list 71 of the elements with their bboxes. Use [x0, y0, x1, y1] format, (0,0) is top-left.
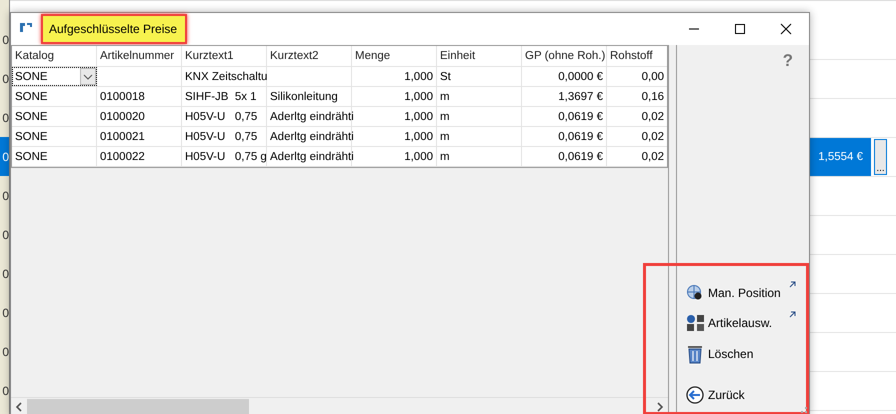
help-icon[interactable]: ? [782, 51, 793, 71]
row-number: 0 [0, 137, 9, 176]
table-cell: 0100022 [97, 147, 182, 166]
table-cell: 1,000 [352, 127, 437, 146]
table-cell: 0100020 [97, 107, 182, 126]
table-cell-text: 0,16 [640, 90, 665, 104]
table-cell: Aderltg eindrähti [267, 127, 352, 146]
table-cell: Aderltg eindrähti [267, 107, 352, 126]
dropdown-field[interactable]: SONE [12, 67, 97, 86]
table-cell: m [437, 87, 522, 106]
scroll-right-icon[interactable] [656, 402, 664, 412]
table-cell: 0100018 [97, 87, 182, 106]
row-number: 0 [1, 32, 9, 48]
cubes-icon [686, 314, 706, 332]
table-cell: SONE [12, 147, 97, 166]
table-cell: m [437, 147, 522, 166]
row-number: 0 [1, 188, 9, 204]
column-header[interactable]: Artikelnummer [97, 46, 182, 66]
table-cell: 1,000 [352, 147, 437, 166]
table-cell: SIHF-JB 5x 1 [182, 87, 267, 106]
row-number: 0 [1, 266, 9, 282]
table-cell: H05V-U 0,75 g [182, 147, 267, 166]
table-cell-text: 0,02 [640, 110, 665, 124]
table-cell: 1,000 [352, 87, 437, 106]
column-header[interactable]: Menge [352, 46, 437, 66]
window-title: Aufgeschlüsselte Preise [41, 14, 188, 44]
scroll-left-icon[interactable] [15, 402, 23, 412]
action-button[interactable]: Löschen [686, 340, 796, 368]
table-cell-text: 0,02 [640, 130, 665, 144]
action-button[interactable]: Artikelausw. [686, 310, 796, 336]
table-cell: H05V-U 0,75 [182, 107, 267, 126]
close-icon [780, 23, 792, 35]
table-cell-text: 0,00 [640, 70, 665, 84]
row-number: 0 [1, 304, 9, 322]
action-button[interactable]: Man. Position [686, 280, 796, 306]
table-cell: SONE [12, 127, 97, 146]
table-cell: H05V-U 0,75 [182, 127, 267, 146]
table-cell: 1,000 [352, 107, 437, 126]
table-cell: 0100021 [97, 127, 182, 146]
table-cell: KNX Zeitschaltu [182, 67, 267, 86]
table-cell: SONE [12, 107, 97, 126]
column-header[interactable]: Rohstoff [607, 46, 667, 66]
column-header[interactable]: Kurztext1 [182, 46, 267, 66]
table-cell: 0,0000 € [522, 67, 607, 86]
maximize-icon [734, 23, 746, 35]
table-cell: m [437, 127, 522, 146]
horizontal-scrollbar[interactable] [11, 397, 668, 414]
row-number: 0 [1, 226, 9, 244]
table-cell: St [437, 67, 522, 86]
selected-cell: 1,5554 € [810, 138, 871, 176]
resize-grip-icon[interactable] [801, 407, 807, 413]
table-cell: 1,3697 € [522, 87, 607, 106]
row-number: 0 [1, 110, 9, 126]
table-cell: 1,000 [352, 67, 437, 86]
row-number: 0 [1, 344, 9, 360]
ellipsis-button[interactable]: ... [874, 139, 887, 175]
column-header[interactable]: Katalog [12, 46, 97, 66]
column-header[interactable]: Einheit [437, 46, 522, 66]
row-number: 0 [1, 70, 9, 88]
action-button[interactable]: Zurück [686, 382, 796, 408]
table-cell: Aderltg eindrähti [267, 147, 352, 166]
column-header[interactable]: GP (ohne Roh.) [522, 46, 607, 66]
table-cell: 0,0619 € [522, 127, 607, 146]
table-cell: Silikonleitung [267, 87, 352, 106]
table-cell-text: 0,02 [640, 150, 665, 164]
table-cell: 0,0619 € [522, 107, 607, 126]
row-number: 0 [1, 382, 9, 400]
table-cell: m [437, 107, 522, 126]
table-cell: SONE [12, 87, 97, 106]
column-header[interactable]: Kurztext2 [267, 46, 352, 66]
table-cell: 0,0619 € [522, 147, 607, 166]
